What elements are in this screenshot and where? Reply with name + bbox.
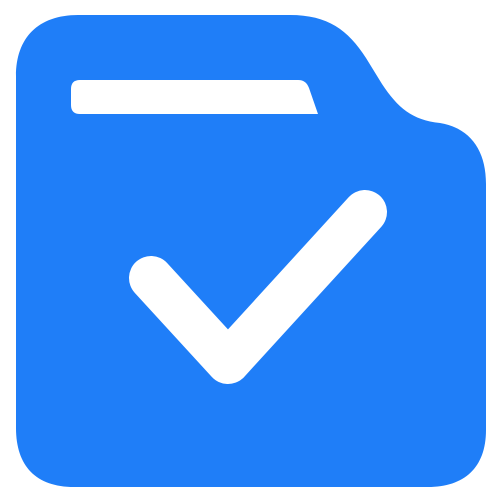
- folder-tab-slot: [71, 80, 318, 114]
- icon-canvas: [0, 0, 500, 500]
- folder-check-icon: [16, 15, 486, 487]
